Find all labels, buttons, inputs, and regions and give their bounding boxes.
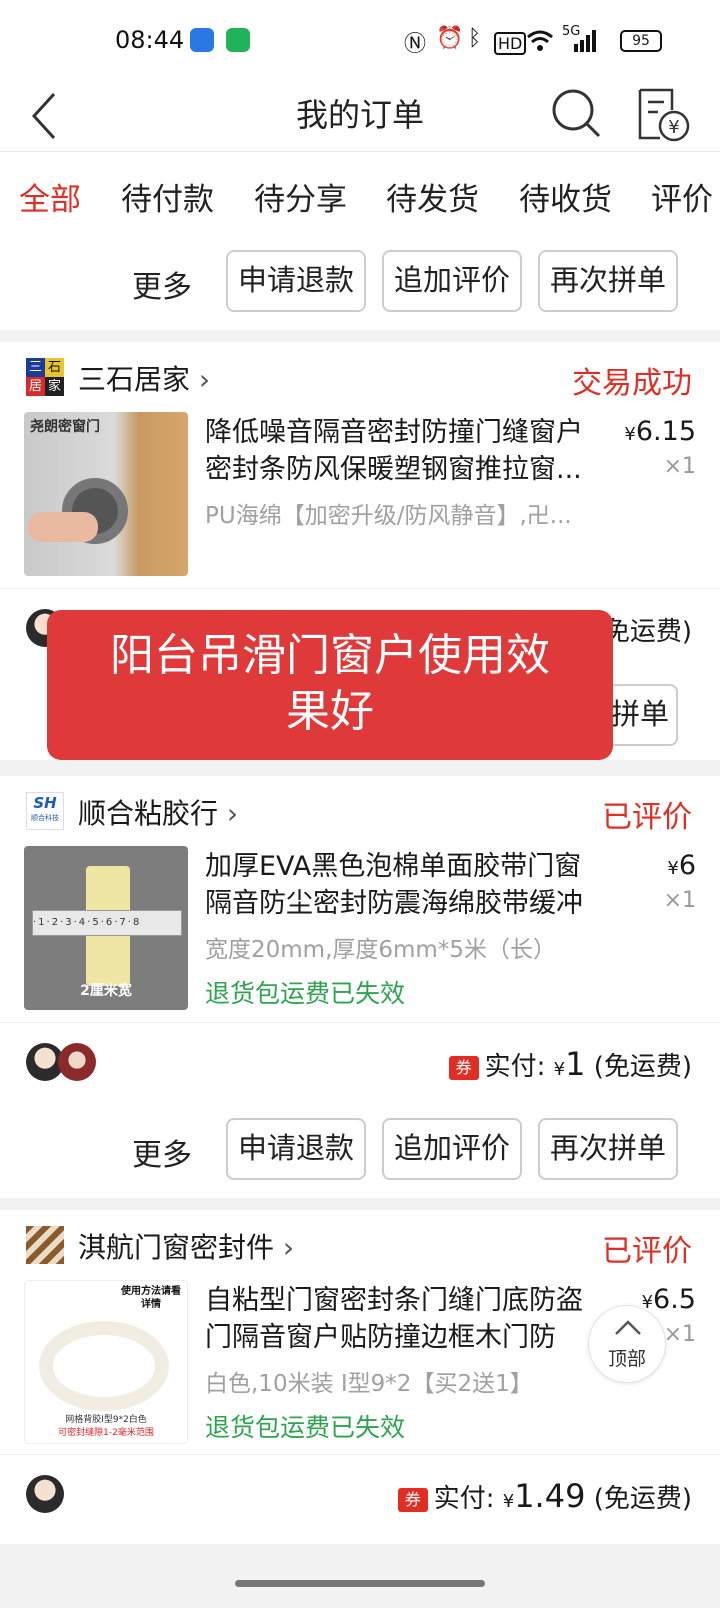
product-quantity: ×1 <box>663 454 696 479</box>
tab-pending-share[interactable]: 待分享 <box>254 174 347 219</box>
coupon-badge: 券 <box>448 1056 479 1080</box>
product-quantity: ×1 <box>663 888 696 913</box>
reorder-button[interactable]: 拼单 <box>604 684 678 746</box>
battery-icon: 95 <box>620 30 662 52</box>
hd-icon: HD <box>494 32 527 55</box>
paid-amount: 免运费) <box>603 617 692 647</box>
order-tabs: 全部 待付款 待分享 待发货 待收货 评价 <box>0 152 720 240</box>
chevron-right-icon: › <box>282 1231 295 1264</box>
alarm-icon: ⏰ <box>436 26 464 51</box>
more-button[interactable]: 更多 <box>132 1130 192 1174</box>
tab-pending-ship[interactable]: 待发货 <box>386 174 479 219</box>
tab-all[interactable]: 全部 <box>19 174 81 219</box>
page-title: 我的订单 <box>295 96 424 134</box>
signal-icon <box>574 30 596 52</box>
product-title[interactable]: 降低噪音隔音密封防撞门缝窗户密封条防风保暖塑钢窗推拉窗... <box>205 414 605 488</box>
nfc-icon: Ⓝ <box>404 32 427 57</box>
shop-logo: SH 顺合科技 <box>26 792 64 830</box>
back-to-top-button[interactable]: 顶部 <box>588 1305 666 1383</box>
status-time: 08:44 <box>115 26 185 54</box>
wifi-icon <box>527 30 553 51</box>
shield-app-icon <box>190 28 214 52</box>
paid-amount: 券实付: ¥1 (免运费) <box>448 1045 692 1083</box>
reorder-button[interactable]: 再次拼单 <box>538 250 678 312</box>
order-status: 交易成功 <box>572 366 692 401</box>
product-title[interactable]: 加厚EVA黑色泡棉单面胶带门窗隔音防尘密封防震海绵胶带缓冲防撞 <box>205 848 605 924</box>
product-quantity: ×1 <box>663 1322 696 1347</box>
product-title[interactable]: 自粘型门窗密封条门缝门底防盗门隔音窗户贴防撞边框木门防风... <box>205 1282 605 1358</box>
avatar <box>26 1475 64 1513</box>
product-price: ¥6.15 <box>624 416 696 447</box>
payment-row: 券实付: ¥1 (免运费) <box>0 1022 720 1102</box>
tab-pending-payment[interactable]: 待付款 <box>121 174 214 219</box>
product-spec: 宽度20mm,厚度6mm*5米（长） <box>205 937 556 963</box>
shop-name: 淇航门窗密封件 › <box>78 1231 295 1264</box>
product-spec: 白色,10米装 I型9*2【买2送1】 <box>205 1371 533 1397</box>
shop-name: 三石居家 › <box>78 363 211 396</box>
bluetooth-icon: ᛒ <box>468 26 482 51</box>
add-review-button[interactable]: 追加评价 <box>382 250 522 312</box>
add-review-button[interactable]: 追加评价 <box>382 1118 522 1180</box>
product-spec: PU海绵【加密升级/防风静音】,卍... <box>205 503 572 529</box>
order-actions: 更多 申请退款 追加评价 再次拼单 <box>0 234 720 330</box>
return-shipping-notice: 退货包运费已失效 <box>205 1413 406 1442</box>
shop-logo <box>26 1226 64 1264</box>
coupon-badge: 券 <box>397 1488 428 1512</box>
avatar <box>58 1043 96 1081</box>
product-image[interactable]: ·1·2·3·4·5·6·7·8 2厘米宽 <box>24 846 188 1010</box>
refund-button[interactable]: 申请退款 <box>226 250 366 312</box>
product-price: ¥6.5 <box>641 1284 696 1315</box>
order-actions: 更多 申请退款 追加评价 再次拼单 <box>0 1102 720 1198</box>
payment-row: 券实付: ¥1.49 (免运费) <box>0 1454 720 1544</box>
toast-message: 阳台吊滑门窗户使用效 果好 <box>47 610 613 760</box>
security-app-icon <box>226 28 250 52</box>
paid-amount: 券实付: ¥1.49 (免运费) <box>397 1477 692 1515</box>
reorder-button[interactable]: 再次拼单 <box>538 1118 678 1180</box>
tab-pending-receive[interactable]: 待收货 <box>519 174 612 219</box>
shop-logo: 三 石 居 家 <box>26 358 64 396</box>
order-status: 已评价 <box>602 1234 692 1269</box>
refund-button[interactable]: 申请退款 <box>226 1118 366 1180</box>
more-button[interactable]: 更多 <box>132 262 192 306</box>
order-status: 已评价 <box>602 800 692 835</box>
product-image[interactable]: 尧朗密窗门 <box>24 412 188 576</box>
home-indicator[interactable] <box>235 1580 485 1587</box>
chevron-right-icon: › <box>198 363 211 396</box>
order-card[interactable]: 三 石 居 家 三石居家 › 交易成功 尧朗密窗门 降低噪音隔音密封防撞门缝窗户… <box>0 342 720 588</box>
status-bar: 08:44 Ⓝ ⏰ ᛒ HD 5G 95 <box>0 0 720 80</box>
tab-review[interactable]: 评价 <box>651 174 713 219</box>
product-image[interactable]: 使用方法请看详情 网格背胶I型9*2白色 可密封缝隙1-2毫米范围 <box>24 1280 188 1444</box>
search-icon[interactable] <box>545 82 609 146</box>
svg-text:¥: ¥ <box>668 117 679 138</box>
bill-icon[interactable]: ¥ <box>630 82 694 146</box>
header: 我的订单 ¥ <box>0 80 720 152</box>
order-card[interactable]: SH 顺合科技 顺合粘胶行 › 已评价 ·1·2·3·4·5·6·7·8 2厘米… <box>0 776 720 1022</box>
shop-name: 顺合粘胶行 › <box>78 797 239 830</box>
chevron-up-icon <box>615 1320 641 1335</box>
chevron-right-icon: › <box>226 797 239 830</box>
return-shipping-notice: 退货包运费已失效 <box>205 979 406 1008</box>
product-price: ¥6 <box>667 850 696 881</box>
